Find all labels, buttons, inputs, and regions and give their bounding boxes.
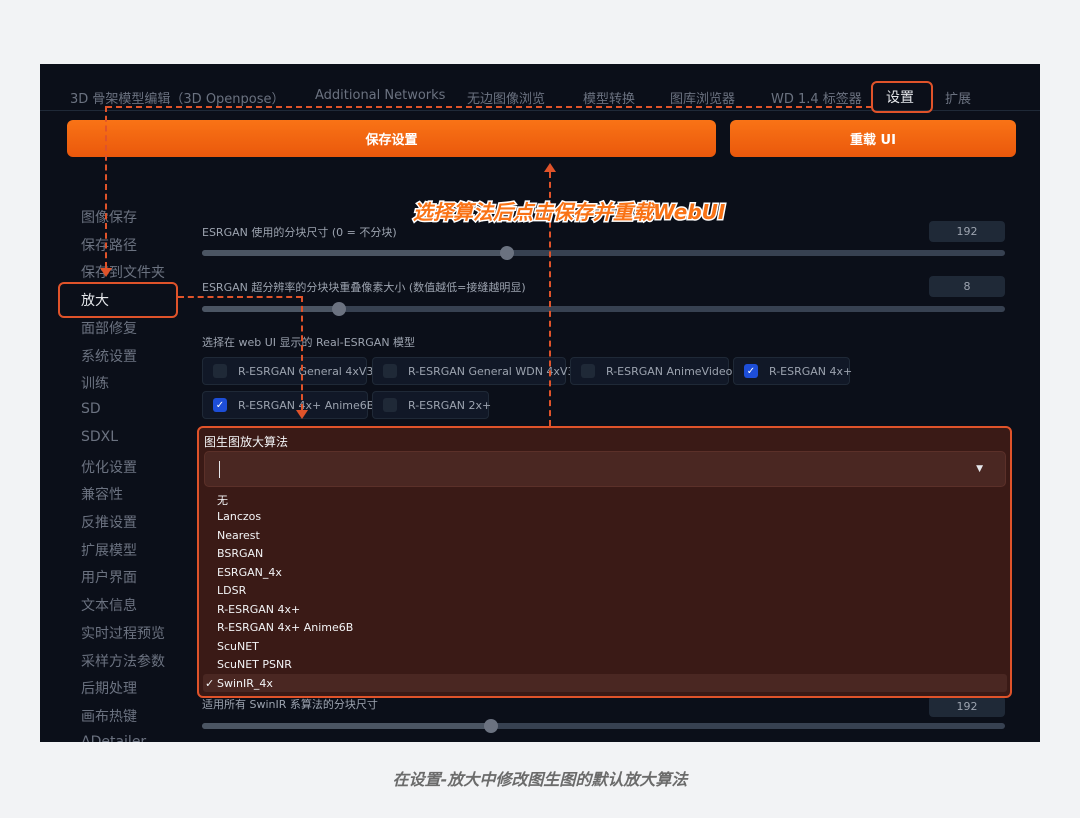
swinir-tile-slider[interactable] — [202, 719, 1005, 733]
chevron-down-icon[interactable]: ▼ — [976, 464, 983, 474]
sidebar-item-save-to-folder[interactable]: 保存到文件夹 — [81, 262, 165, 282]
realesrgan-general-wdn-4xv3-checkbox[interactable]: R-ESRGAN General WDN 4xV3 — [372, 357, 574, 385]
checkbox-box — [213, 364, 227, 378]
upscaler-option[interactable]: LDSR — [217, 584, 246, 597]
sidebar-item-compatibility[interactable]: 兼容性 — [81, 484, 123, 504]
checkbox-box — [581, 364, 595, 378]
checkbox-label: R-ESRGAN 4x+ — [769, 364, 853, 378]
sidebar-item-save-paths[interactable]: 保存路径 — [81, 235, 137, 255]
realesrgan-models-label: 选择在 web UI 显示的 Real-ESRGAN 模型 — [202, 336, 416, 349]
checkbox-box — [383, 364, 397, 378]
check-icon: ✓ — [205, 677, 215, 690]
annotation-connector — [301, 296, 303, 410]
realesrgan-2x-plus-checkbox[interactable]: R-ESRGAN 2x+ — [372, 391, 492, 419]
upscaler-option[interactable]: ScuNET — [217, 640, 259, 653]
settings-tab-highlight — [871, 81, 933, 113]
text-caret — [219, 461, 220, 478]
realesrgan-animevideo-checkbox[interactable]: R-ESRGAN AnimeVideo — [570, 357, 733, 385]
sidebar-item-training[interactable]: 训练 — [81, 373, 109, 393]
annotation-callout-text: 选择算法后点击保存并重载WebUI — [411, 199, 726, 226]
esrgan-overlap-slider-fill — [202, 306, 339, 312]
sidebar-item-sd[interactable]: SD — [81, 401, 101, 417]
check-icon: ✓ — [213, 398, 227, 412]
tab-extensions[interactable]: 扩展 — [945, 88, 971, 107]
swinir-tile-slider-fill — [202, 723, 492, 729]
upscaler-option[interactable]: Nearest — [217, 529, 260, 542]
upscaler-option[interactable]: BSRGAN — [217, 547, 263, 560]
upscaler-option-selected[interactable]: SwinIR_4x — [217, 677, 273, 690]
annotation-connector — [106, 106, 872, 108]
selected-option-highlight — [203, 674, 1007, 692]
upscaling-item-highlight — [58, 282, 178, 318]
sidebar-item-extra-networks[interactable]: 扩展模型 — [81, 540, 137, 560]
tab-additional-networks[interactable]: Additional Networks — [315, 88, 445, 103]
reload-ui-button[interactable]: 重载 UI — [730, 120, 1016, 157]
tab-gallery-browser[interactable]: 图库浏览器 — [670, 88, 735, 107]
swinir-tile-slider-handle[interactable] — [484, 719, 499, 733]
upscaler-option[interactable]: R-ESRGAN 4x+ Anime6B — [217, 621, 353, 634]
annotation-arrow-down — [100, 268, 112, 277]
tab-infinite-image-browsing[interactable]: 无边图像浏览 — [467, 88, 545, 107]
esrgan-tile-slider-handle[interactable] — [500, 246, 515, 260]
img2img-upscaler-dropdown: 图生图放大算法 ▼ 无 Lanczos Nearest BSRGAN ESRGA… — [197, 426, 1012, 698]
sidebar-item-live-previews[interactable]: 实时过程预览 — [81, 623, 165, 643]
save-settings-button[interactable]: 保存设置 — [67, 120, 716, 157]
annotation-connector — [178, 296, 302, 298]
sidebar-item-sdxl[interactable]: SDXL — [81, 429, 118, 445]
img2img-upscaler-label: 图生图放大算法 — [204, 435, 289, 449]
upscaler-option[interactable]: R-ESRGAN 4x+ — [217, 603, 300, 616]
checkbox-label: R-ESRGAN 2x+ — [408, 398, 492, 412]
esrgan-overlap-slider[interactable] — [202, 302, 1005, 316]
sidebar-item-sampler-parameters[interactable]: 采样方法参数 — [81, 651, 165, 671]
sidebar-item-canvas-hotkeys[interactable]: 画布热键 — [81, 706, 137, 726]
sidebar-item-infotext[interactable]: 文本信息 — [81, 595, 137, 615]
sidebar-item-user-interface[interactable]: 用户界面 — [81, 567, 137, 587]
sidebar-item-face-restoration[interactable]: 面部修复 — [81, 318, 137, 338]
figure-caption: 在设置-放大中修改图生图的默认放大算法 — [392, 770, 688, 789]
annotation-arrow-down — [296, 410, 308, 419]
checkbox-box — [383, 398, 397, 412]
checkbox-label: R-ESRGAN AnimeVideo — [606, 364, 733, 378]
esrgan-tile-slider[interactable] — [202, 246, 1005, 260]
checkbox-label: R-ESRGAN General 4xV3 — [238, 364, 374, 378]
esrgan-overlap-input[interactable]: 8 — [929, 276, 1005, 297]
swinir-tile-label: 适用所有 SwinIR 系算法的分块尺寸 — [202, 698, 378, 711]
sidebar-item-interrogate[interactable]: 反推设置 — [81, 512, 137, 532]
esrgan-tile-label: ESRGAN 使用的分块尺寸 (0 = 不分块) — [202, 226, 397, 239]
sidebar-item-postprocessing[interactable]: 后期处理 — [81, 678, 137, 698]
annotation-connector — [105, 106, 107, 268]
upscaler-option[interactable]: 无 — [217, 492, 228, 508]
check-icon: ✓ — [744, 364, 758, 378]
esrgan-overlap-slider-handle[interactable] — [331, 302, 346, 316]
annotation-arrow-up — [544, 163, 556, 172]
tab-model-converter[interactable]: 模型转换 — [583, 88, 635, 107]
esrgan-tile-slider-fill — [202, 250, 508, 256]
tab-wd14-tagger[interactable]: WD 1.4 标签器 — [771, 88, 862, 107]
esrgan-tile-input[interactable]: 192 — [929, 221, 1005, 242]
tab-3d-openpose[interactable]: 3D 骨架模型编辑（3D Openpose） — [70, 88, 285, 107]
realesrgan-general-4xv3-checkbox[interactable]: R-ESRGAN General 4xV3 — [202, 357, 373, 385]
webui-window: 3D 骨架模型编辑（3D Openpose） Additional Networ… — [40, 64, 1040, 742]
sidebar-item-image-saving[interactable]: 图像保存 — [81, 207, 137, 227]
esrgan-overlap-label: ESRGAN 超分辨率的分块块重叠像素大小 (数值越低=接缝越明显) — [202, 281, 526, 294]
img2img-upscaler-input[interactable]: ▼ — [204, 451, 1006, 487]
swinir-tile-input[interactable]: 192 — [929, 696, 1005, 717]
realesrgan-4x-plus-checkbox[interactable]: ✓ R-ESRGAN 4x+ — [733, 357, 853, 385]
realesrgan-4x-plus-anime6b-checkbox[interactable]: ✓ R-ESRGAN 4x+ Anime6B — [202, 391, 374, 419]
sidebar-item-system[interactable]: 系统设置 — [81, 346, 137, 366]
sidebar-item-adetailer[interactable]: ADetailer — [81, 734, 146, 742]
upscaler-option[interactable]: Lanczos — [217, 510, 261, 523]
sidebar-item-optimizations[interactable]: 优化设置 — [81, 457, 137, 477]
upscaler-option[interactable]: ScuNET PSNR — [217, 658, 292, 671]
upscaler-option[interactable]: ESRGAN_4x — [217, 566, 282, 579]
